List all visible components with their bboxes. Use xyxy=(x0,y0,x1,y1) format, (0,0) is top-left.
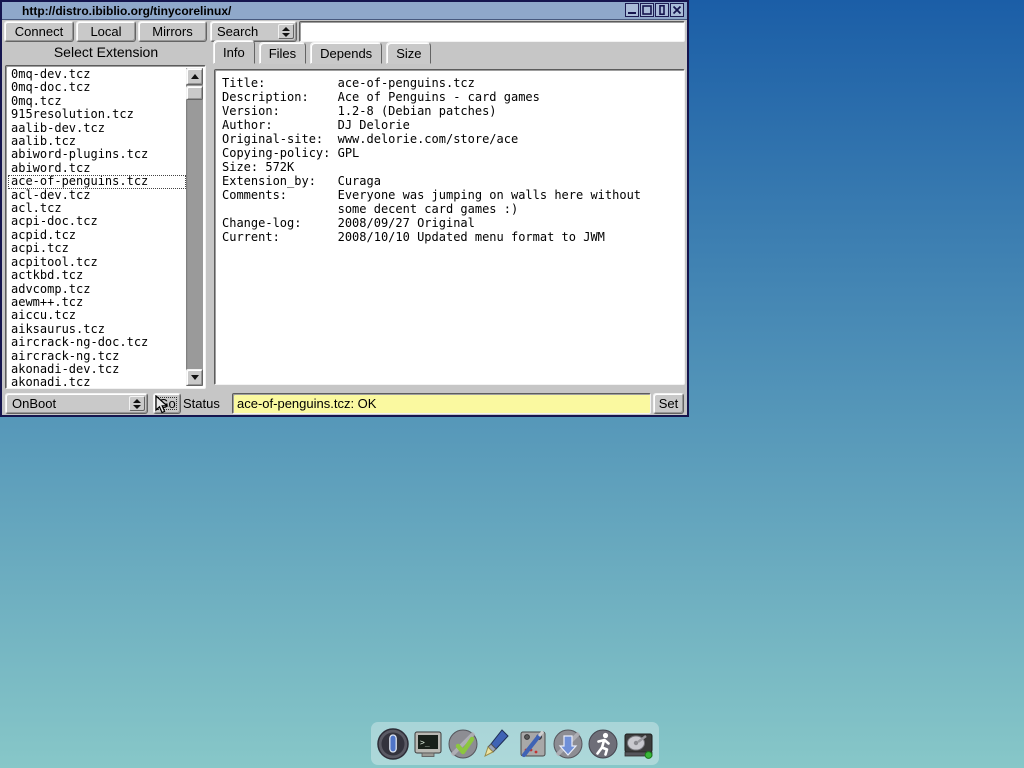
list-item[interactable]: akonadi-dev.tcz xyxy=(8,363,186,376)
terminal-icon[interactable]: >_ xyxy=(411,725,445,763)
chevron-up-down-icon xyxy=(129,396,145,411)
list-item[interactable]: acpi-doc.tcz xyxy=(8,215,186,228)
maximize-icon[interactable] xyxy=(640,3,654,17)
tab-depends[interactable]: Depends xyxy=(310,42,382,64)
install-mode-value: OnBoot xyxy=(6,396,129,411)
extension-listbox[interactable]: 0mq-dev.tcz0mq-doc.tcz0mq.tcz915resoluti… xyxy=(5,65,206,389)
local-button[interactable]: Local xyxy=(76,21,136,42)
check-sphere-icon[interactable] xyxy=(446,725,480,763)
list-item[interactable]: abiword.tcz xyxy=(8,162,186,175)
info-text: Title: ace-of-penguins.tcz Description: … xyxy=(215,70,684,244)
scroll-up-icon[interactable] xyxy=(186,68,203,85)
svg-text:>_: >_ xyxy=(420,738,430,747)
list-item[interactable]: actkbd.tcz xyxy=(8,269,186,282)
shade-icon[interactable] xyxy=(655,3,669,17)
list-item[interactable]: advcomp.tcz xyxy=(8,283,186,296)
window-title: http://distro.ibiblio.org/tinycorelinux/ xyxy=(2,4,231,18)
list-item[interactable]: aiksaurus.tcz xyxy=(8,323,186,336)
list-item[interactable]: 0mq.tcz xyxy=(8,95,186,108)
list-item[interactable]: acl.tcz xyxy=(8,202,186,215)
tab-info[interactable]: Info xyxy=(213,40,255,64)
list-item[interactable]: ace-of-penguins.tcz xyxy=(8,175,186,188)
desktop: http://distro.ibiblio.org/tinycorelinux/… xyxy=(0,0,1024,768)
list-item[interactable]: 915resolution.tcz xyxy=(8,108,186,121)
tabs-row: InfoFilesDependsSize xyxy=(213,42,431,64)
go-button-label: Go xyxy=(155,395,178,412)
list-scrollbar[interactable] xyxy=(186,68,203,386)
status-label: Status xyxy=(183,396,220,411)
list-item[interactable]: aalib.tcz xyxy=(8,135,186,148)
list-item[interactable]: acpitool.tcz xyxy=(8,256,186,269)
tab-files[interactable]: Files xyxy=(259,42,306,64)
paint-brush-icon[interactable] xyxy=(481,725,515,763)
list-item[interactable]: akonadi.tcz xyxy=(8,376,186,386)
control-panel-icon[interactable] xyxy=(516,725,550,763)
download-sphere-icon[interactable] xyxy=(551,725,585,763)
search-input[interactable] xyxy=(299,21,685,42)
list-item[interactable]: aircrack-ng.tcz xyxy=(8,350,186,363)
extension-list: 0mq-dev.tcz0mq-doc.tcz0mq.tcz915resoluti… xyxy=(8,68,186,386)
close-icon[interactable] xyxy=(670,3,684,17)
power-icon[interactable] xyxy=(376,725,410,763)
connect-button[interactable]: Connect xyxy=(4,21,74,42)
window-controls xyxy=(625,3,684,17)
minimize-icon[interactable] xyxy=(625,3,639,17)
list-item[interactable]: acpi.tcz xyxy=(8,242,186,255)
list-item[interactable]: 0mq-doc.tcz xyxy=(8,81,186,94)
mirrors-button[interactable]: Mirrors xyxy=(138,21,207,42)
list-item[interactable]: aiccu.tcz xyxy=(8,309,186,322)
go-button[interactable]: Go xyxy=(153,393,181,414)
list-item[interactable]: 0mq-dev.tcz xyxy=(8,68,186,81)
select-extension-label: Select Extension xyxy=(2,44,210,60)
scroll-down-icon[interactable] xyxy=(186,369,203,386)
list-item[interactable]: abiword-plugins.tcz xyxy=(8,148,186,161)
scrollbar-thumb[interactable] xyxy=(186,86,203,100)
mount-drive-icon[interactable] xyxy=(621,725,655,763)
list-item[interactable]: aewm++.tcz xyxy=(8,296,186,309)
search-mode-dropdown[interactable]: Search xyxy=(210,21,297,42)
info-panel: Title: ace-of-penguins.tcz Description: … xyxy=(214,69,685,385)
dock: >_ xyxy=(371,722,659,765)
tab-size[interactable]: Size xyxy=(386,42,431,64)
install-mode-dropdown[interactable]: OnBoot xyxy=(5,393,148,414)
chevron-up-down-icon xyxy=(278,24,294,39)
list-item[interactable]: aircrack-ng-doc.tcz xyxy=(8,336,186,349)
list-item[interactable]: acpid.tcz xyxy=(8,229,186,242)
search-mode-value: Search xyxy=(211,24,278,39)
set-button[interactable]: Set xyxy=(653,393,684,414)
list-item[interactable]: aalib-dev.tcz xyxy=(8,122,186,135)
status-field[interactable] xyxy=(232,393,651,414)
run-icon[interactable] xyxy=(586,725,620,763)
titlebar[interactable]: http://distro.ibiblio.org/tinycorelinux/ xyxy=(2,2,687,20)
list-item[interactable]: acl-dev.tcz xyxy=(8,189,186,202)
appbrowser-window: http://distro.ibiblio.org/tinycorelinux/… xyxy=(0,0,689,417)
